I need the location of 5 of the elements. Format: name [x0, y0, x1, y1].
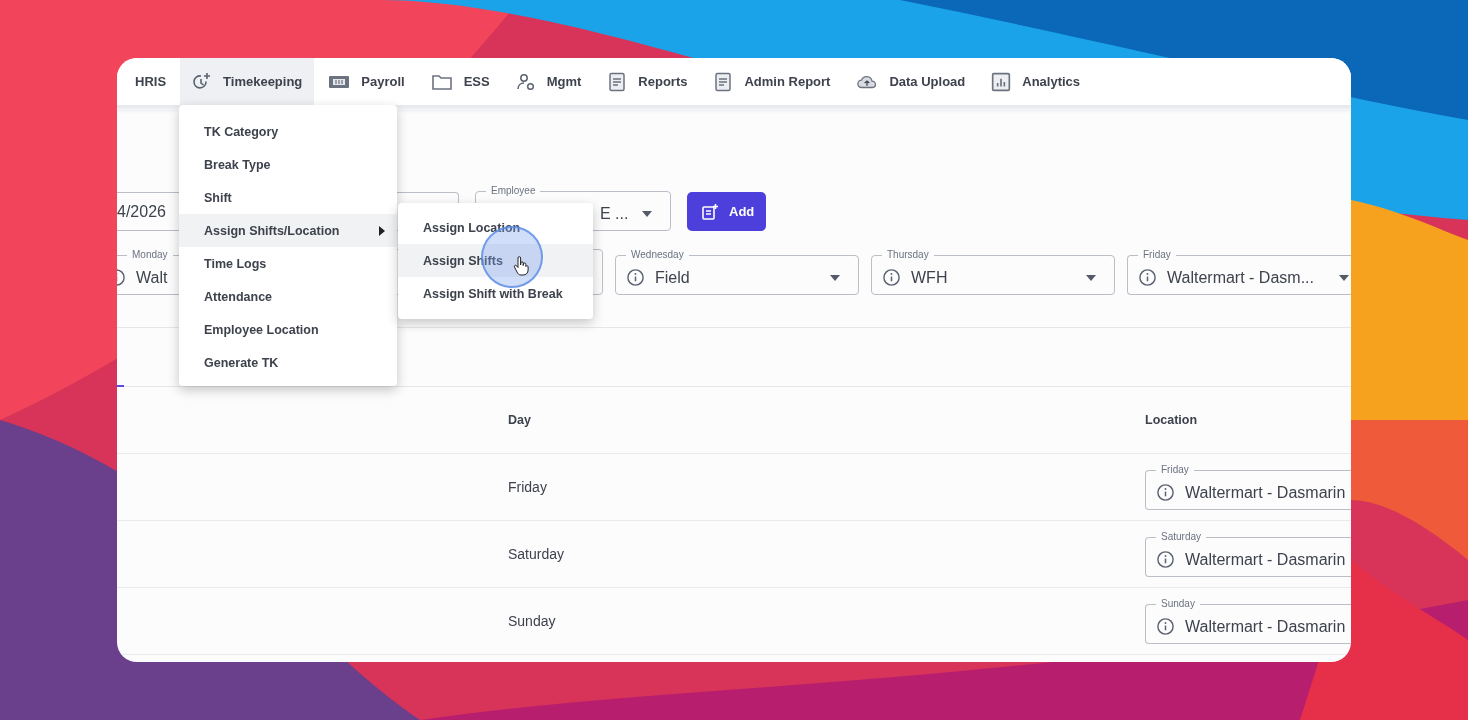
table-cell: Friday — [508, 479, 547, 495]
column-header: Location — [1145, 413, 1198, 427]
table-cell: Sunday — [508, 613, 556, 629]
column-header: Day — [508, 413, 531, 427]
table-cell: Saturday — [508, 546, 565, 562]
